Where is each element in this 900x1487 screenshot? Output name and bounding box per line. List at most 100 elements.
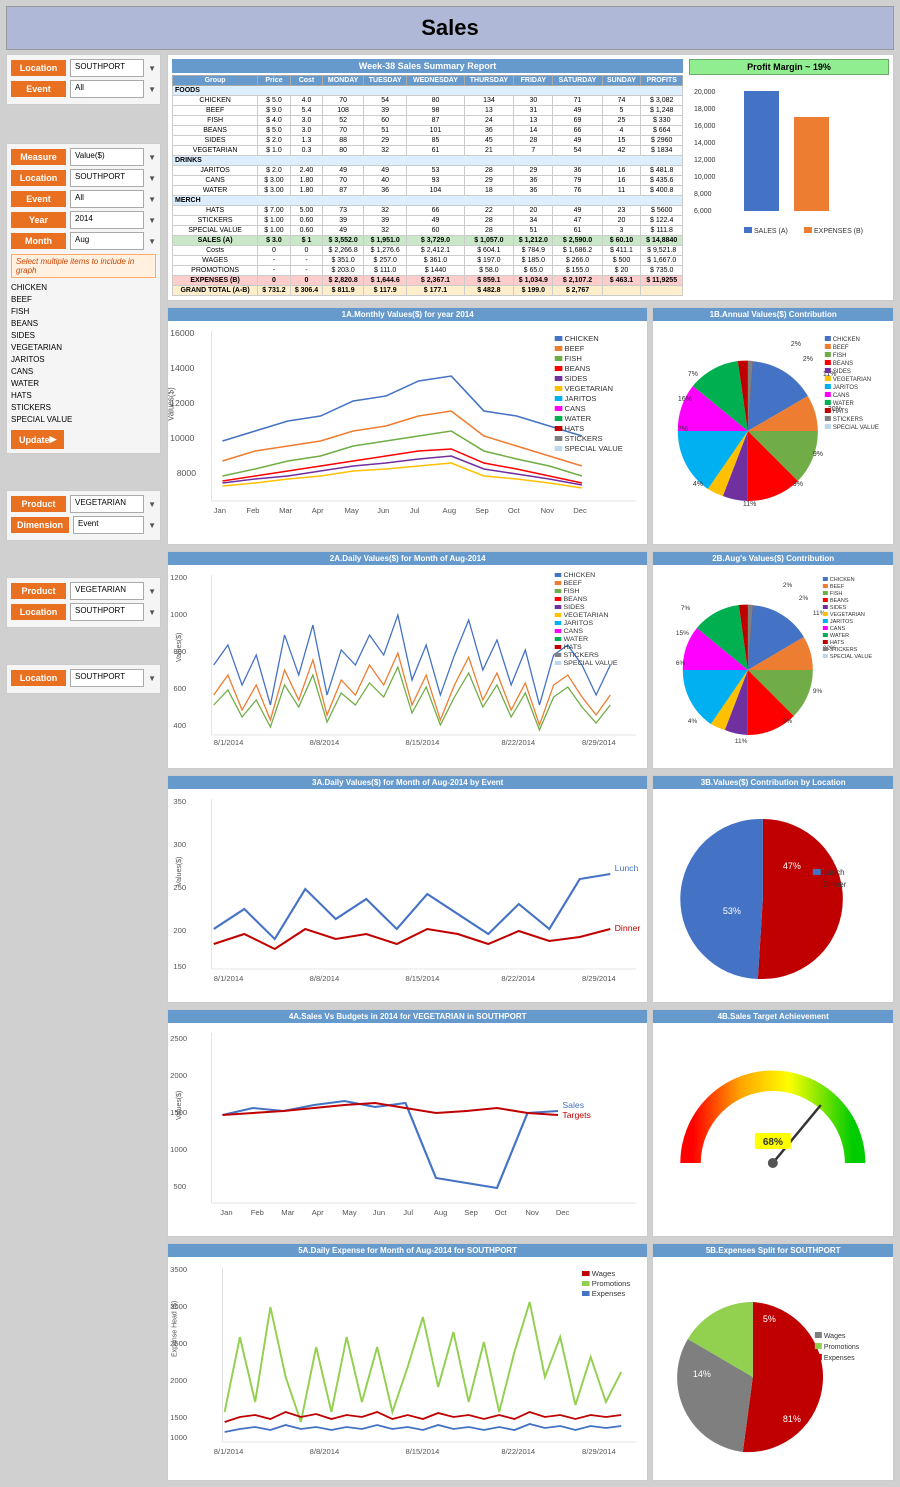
chart-1b-title: 1B.Annual Values($) Contribution <box>653 308 893 321</box>
event-dropdown-1[interactable]: ▼ <box>148 85 156 94</box>
svg-text:CANS: CANS <box>565 404 586 413</box>
product-jaritos[interactable]: JARITOS <box>11 354 156 366</box>
svg-text:500: 500 <box>173 1182 186 1191</box>
svg-text:Jul: Jul <box>403 1208 413 1217</box>
location-dropdown-5[interactable]: ▼ <box>148 674 156 683</box>
svg-text:May: May <box>342 1208 357 1217</box>
chart-5b-title: 5B.Expenses Split for SOUTHPORT <box>653 1244 893 1257</box>
event-input-1[interactable]: All <box>70 80 144 98</box>
row-wages: WAGES--$ 351.0$ 257.0$ 361.0$ 197.0$ 185… <box>173 256 683 266</box>
product-beans[interactable]: BEANS <box>11 318 156 330</box>
product-beef[interactable]: BEEF <box>11 294 156 306</box>
row-sides: SIDES$ 2.01.388298545284915$ 2960 <box>173 136 683 146</box>
location-input-2[interactable]: SOUTHPORT <box>70 169 144 187</box>
product-special-value[interactable]: SPECIAL VALUE <box>11 414 156 426</box>
year-input[interactable]: 2014 <box>70 211 144 229</box>
event-input-2[interactable]: All <box>70 190 144 208</box>
summary-table-container: Week-38 Sales Summary Report Group Price… <box>172 59 683 296</box>
location-label-2: Location <box>11 170 66 186</box>
event-dropdown-2[interactable]: ▼ <box>148 195 156 204</box>
product-cans[interactable]: CANS <box>11 366 156 378</box>
year-dropdown[interactable]: ▼ <box>148 216 156 225</box>
svg-text:18,000: 18,000 <box>694 106 716 113</box>
row-fish: FISH$ 4.03.052608724136925$ 330 <box>173 116 683 126</box>
svg-text:1000: 1000 <box>170 1145 187 1154</box>
chart-5a: 5A.Daily Expense for Month of Aug-2014 f… <box>167 1243 648 1481</box>
measure-input[interactable]: Value($) <box>70 148 144 166</box>
svg-text:1000: 1000 <box>170 1433 187 1442</box>
svg-text:WATER: WATER <box>830 633 849 639</box>
svg-text:8/22/2014: 8/22/2014 <box>501 1447 535 1456</box>
product-vegetarian[interactable]: VEGETARIAN <box>11 342 156 354</box>
update-button[interactable]: Update <box>11 430 64 449</box>
chart-5a-svg: 3500 3000 2500 2000 1500 1000 8/1/2014 8… <box>168 1257 647 1477</box>
svg-text:Apr: Apr <box>312 506 324 515</box>
right-panel: Week-38 Sales Summary Report Group Price… <box>167 54 894 1481</box>
chart-4b-svg: 68% <box>653 1023 893 1233</box>
dimension-dropdown[interactable]: ▼ <box>148 521 156 530</box>
row-beans: BEANS$ 5.03.070511013614664$ 664 <box>173 126 683 136</box>
location-dropdown-1[interactable]: ▼ <box>148 64 156 73</box>
location-dropdown-4[interactable]: ▼ <box>148 608 156 617</box>
svg-text:8/22/2014: 8/22/2014 <box>501 974 535 983</box>
svg-text:SPECIAL VALUE: SPECIAL VALUE <box>563 660 618 667</box>
svg-text:Jun: Jun <box>373 1208 385 1217</box>
profit-chart-container: Profit Margin ~ 19% 20,000 18,000 16,000… <box>689 59 889 296</box>
chart-3b: 3B.Values($) Contribution by Location 47… <box>652 775 894 1003</box>
row-vegetarian: VEGETARIAN$ 1.00.38032612175442$ 1834 <box>173 146 683 156</box>
svg-text:12,000: 12,000 <box>694 157 716 164</box>
location-input-5[interactable]: SOUTHPORT <box>70 669 144 687</box>
row-water: WATER$ 3.001.80873610418367611$ 400.8 <box>173 186 683 196</box>
chart-3a-svg: 350 300 250 200 150 8/1/2014 8/8/2014 8/… <box>168 789 647 999</box>
measure-dropdown[interactable]: ▼ <box>148 153 156 162</box>
svg-text:Targets: Targets <box>562 1110 591 1120</box>
svg-text:Jan: Jan <box>220 1208 232 1217</box>
location-input-4[interactable]: SOUTHPORT <box>70 603 144 621</box>
dimension-input[interactable]: Event <box>73 516 144 534</box>
row-expenses-b: EXPENSES (B)00$ 2,820.8$ 1,644.6$ 2,367.… <box>173 276 683 286</box>
svg-text:7%: 7% <box>678 426 688 433</box>
svg-text:8/29/2014: 8/29/2014 <box>582 974 616 983</box>
location-dropdown-2[interactable]: ▼ <box>148 174 156 183</box>
product-input-4[interactable]: VEGETARIAN <box>70 582 144 600</box>
product-input-3[interactable]: VEGETARIAN <box>70 495 144 513</box>
svg-text:SPECIAL VALUE: SPECIAL VALUE <box>830 654 873 660</box>
col-price: Price <box>258 76 291 86</box>
svg-text:SALES (A): SALES (A) <box>754 228 788 235</box>
col-cost: Cost <box>290 76 323 86</box>
svg-text:CANS: CANS <box>830 626 846 632</box>
product-sides[interactable]: SIDES <box>11 330 156 342</box>
svg-text:HATS: HATS <box>563 644 582 651</box>
product-fish[interactable]: FISH <box>11 306 156 318</box>
chart-1a: 1A.Monthly Values($) for year 2014 16000… <box>167 307 648 545</box>
location-label-1: Location <box>11 60 66 76</box>
product-dropdown-4[interactable]: ▼ <box>148 587 156 596</box>
chart-5b-svg: 5% 14% 81% Wages Promotions Expenses <box>653 1257 893 1477</box>
svg-text:JARITOS: JARITOS <box>565 394 597 403</box>
product-stickers[interactable]: STICKERS <box>11 402 156 414</box>
svg-text:14000: 14000 <box>170 363 195 373</box>
product-hats[interactable]: HATS <box>11 390 156 402</box>
svg-text:Values($): Values($) <box>174 1091 183 1120</box>
svg-text:Jul: Jul <box>410 506 420 515</box>
svg-text:47%: 47% <box>783 861 801 871</box>
svg-text:8/15/2014: 8/15/2014 <box>405 738 439 747</box>
svg-text:8/15/2014: 8/15/2014 <box>405 974 439 983</box>
svg-text:CHICKEN: CHICKEN <box>830 577 855 583</box>
product-dropdown-3[interactable]: ▼ <box>148 500 156 509</box>
chart-2a-svg: 1200 1000 800 600 400 8/1/2014 8/8/2014 … <box>168 565 647 765</box>
product-chicken[interactable]: CHICKEN <box>11 282 156 294</box>
dimension-label: Dimension <box>11 517 69 533</box>
month-input[interactable]: Aug <box>70 232 144 250</box>
location-input-1[interactable]: SOUTHPORT <box>70 59 144 77</box>
svg-text:Apr: Apr <box>312 1208 324 1217</box>
product-water[interactable]: WATER <box>11 378 156 390</box>
row-grand-total: GRAND TOTAL (A-B)$ 731.2$ 306.4$ 811.9$ … <box>173 286 683 296</box>
svg-text:14%: 14% <box>693 1369 711 1379</box>
col-tuesday: TUESDAY <box>363 76 406 86</box>
svg-text:CHICKEN: CHICKEN <box>563 572 595 579</box>
chart-4a: 4A.Sales Vs Budgets in 2014 for VEGETARI… <box>167 1009 648 1237</box>
svg-text:May: May <box>344 506 359 515</box>
month-dropdown[interactable]: ▼ <box>148 237 156 246</box>
charts-row-5: 5A.Daily Expense for Month of Aug-2014 f… <box>167 1243 894 1481</box>
